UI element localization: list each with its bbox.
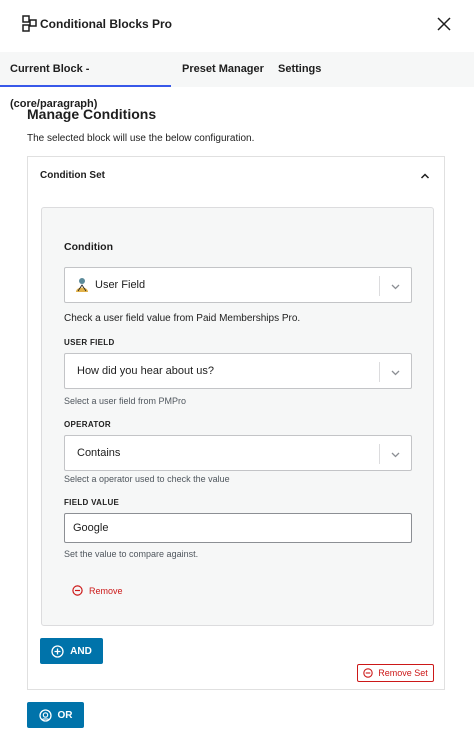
tab-bar: Current Block - (core/paragraph) Preset …: [0, 52, 474, 110]
user-field-help: Select a user field from PMPro: [64, 396, 187, 406]
operator-select[interactable]: Contains: [64, 435, 412, 471]
tab-preset-manager[interactable]: Preset Manager: [172, 52, 274, 87]
condition-label: Condition: [64, 241, 113, 253]
user-field-icon: [76, 278, 88, 292]
user-field-select-value: How did you hear about us?: [77, 365, 214, 377]
operator-help: Select a operator used to check the valu…: [64, 474, 230, 484]
add-and-button[interactable]: AND: [40, 638, 103, 664]
condition-select-value: User Field: [95, 279, 146, 291]
remove-set-label: Remove Set: [378, 668, 428, 678]
user-field-label: USER FIELD: [64, 338, 115, 347]
minus-circle-icon: [72, 585, 83, 596]
or-circle-icon: [38, 708, 52, 722]
minus-circle-icon: [363, 668, 373, 678]
remove-set-button[interactable]: Remove Set: [357, 664, 434, 682]
page-title: Manage Conditions: [27, 106, 157, 122]
condition-help: Check a user field value from Paid Membe…: [64, 313, 301, 324]
conditional-blocks-logo-icon: [22, 15, 37, 32]
app-title: Conditional Blocks Pro: [40, 17, 173, 31]
close-icon[interactable]: [436, 16, 452, 32]
condition-card: Condition User Field Check a user field …: [41, 207, 434, 626]
add-or-button[interactable]: OR: [27, 702, 84, 728]
select-divider: [379, 362, 380, 382]
chevron-up-icon[interactable]: [420, 171, 430, 181]
user-field-select[interactable]: How did you hear about us?: [64, 353, 412, 389]
page-description: The selected block will use the below co…: [27, 133, 255, 144]
and-button-label: AND: [70, 645, 92, 657]
select-divider: [379, 444, 380, 464]
operator-label: OPERATOR: [64, 420, 111, 429]
field-value-input[interactable]: [64, 513, 412, 543]
select-divider: [379, 276, 380, 296]
chevron-down-icon: [391, 284, 400, 290]
tab-current-block[interactable]: Current Block - (core/paragraph): [0, 52, 171, 110]
chevron-down-icon: [391, 370, 400, 376]
condition-select[interactable]: User Field: [64, 267, 412, 303]
chevron-down-icon: [391, 452, 400, 458]
or-button-label: OR: [57, 709, 73, 721]
field-value-label: FIELD VALUE: [64, 498, 120, 507]
field-value-help: Set the value to compare against.: [64, 549, 199, 559]
remove-condition-label: Remove: [89, 585, 123, 596]
remove-condition-button[interactable]: Remove: [72, 585, 123, 596]
condition-set-title: Condition Set: [40, 170, 105, 181]
operator-select-value: Contains: [77, 447, 121, 459]
tab-settings[interactable]: Settings: [268, 52, 331, 87]
modal-header: Conditional Blocks Pro: [0, 0, 474, 50]
condition-set-toggle[interactable]: Condition Set: [28, 157, 444, 195]
plus-circle-icon: [51, 644, 64, 658]
condition-set-panel: Condition Set Condition User Field Check…: [27, 156, 445, 690]
